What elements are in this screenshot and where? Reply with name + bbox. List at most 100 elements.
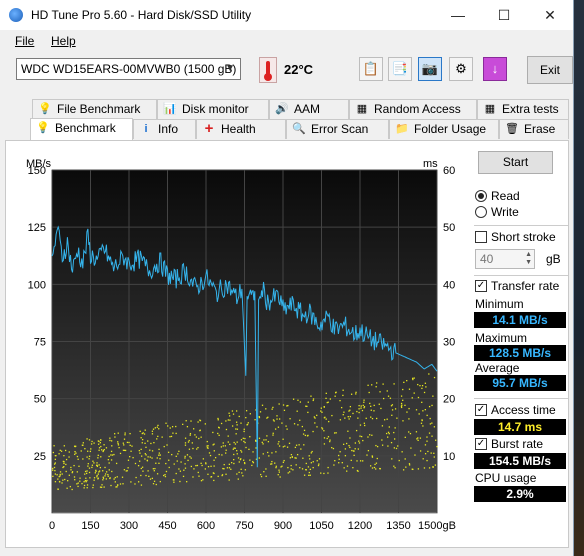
access-point xyxy=(207,466,210,468)
maximize-button[interactable]: ☐ xyxy=(481,0,527,30)
access-point xyxy=(192,476,194,478)
access-point xyxy=(210,465,212,467)
short-stroke-checkbox[interactable] xyxy=(475,231,487,243)
tab-disk-monitor[interactable]: 📊 Disk monitor xyxy=(157,99,269,119)
access-point xyxy=(327,436,330,438)
divider xyxy=(474,398,568,399)
tab-health[interactable]: + Health xyxy=(196,119,286,139)
access-point xyxy=(249,459,251,461)
access-point xyxy=(149,456,151,458)
tab-file-benchmark[interactable]: 💡 File Benchmark xyxy=(32,99,157,119)
transfer-rate-checkbox[interactable]: ✓ xyxy=(475,280,487,292)
access-point xyxy=(365,417,367,419)
screenshot-camera-icon[interactable]: 📷 xyxy=(418,57,442,81)
access-point xyxy=(355,429,358,432)
access-time-checkbox[interactable]: ✓ xyxy=(475,404,487,416)
access-point xyxy=(289,457,292,459)
access-point xyxy=(178,450,180,452)
exit-button[interactable]: Exit xyxy=(527,56,573,84)
access-point xyxy=(184,467,187,469)
close-button[interactable]: ✕ xyxy=(527,0,573,30)
access-point xyxy=(400,406,403,409)
menu-file[interactable]: File xyxy=(15,34,34,48)
access-point xyxy=(77,485,79,488)
tab-erase[interactable]: 🗑 Erase xyxy=(499,119,569,139)
tab-folder-usage[interactable]: 📁 Folder Usage xyxy=(389,119,499,139)
x-tick-label: 750 xyxy=(235,520,253,532)
thermometer-icon xyxy=(259,57,277,83)
access-point xyxy=(74,453,76,455)
access-point xyxy=(88,458,90,460)
copy-info-icon[interactable]: 📑 xyxy=(388,57,412,81)
access-point xyxy=(73,464,75,467)
access-point xyxy=(359,460,362,462)
access-point xyxy=(126,441,129,444)
access-point xyxy=(52,467,54,470)
access-point xyxy=(369,465,372,467)
access-point xyxy=(177,453,179,455)
access-point xyxy=(139,460,141,462)
access-point xyxy=(237,457,240,459)
access-point xyxy=(278,403,280,405)
access-point xyxy=(293,423,296,425)
options-icon[interactable]: ⚙ xyxy=(449,57,473,81)
access-point xyxy=(390,405,393,407)
start-button[interactable]: Start xyxy=(478,151,553,174)
minimize-button[interactable]: — xyxy=(435,0,481,30)
access-point xyxy=(408,418,410,420)
access-point xyxy=(194,434,196,436)
burst-rate-checkbox[interactable]: ✓ xyxy=(475,438,487,450)
access-point xyxy=(394,467,396,469)
x-tick-label: 1050 xyxy=(309,520,333,532)
tab-error-scan[interactable]: 🔍 Error Scan xyxy=(286,119,389,139)
x-tick-label: 300 xyxy=(120,520,138,532)
access-point xyxy=(282,461,285,463)
access-point xyxy=(189,432,192,435)
tab-benchmark[interactable]: 💡 Benchmark xyxy=(30,118,133,140)
access-point xyxy=(240,449,242,452)
access-point xyxy=(158,452,160,454)
menu-help[interactable]: Help xyxy=(51,34,76,48)
tab-info[interactable]: i Info xyxy=(133,119,196,139)
access-point xyxy=(104,473,107,475)
access-point xyxy=(110,484,112,487)
access-point xyxy=(159,454,161,456)
x-tick-label: 150 xyxy=(81,520,99,532)
drive-select[interactable]: WDC WD15EARS-00MVWB0 (1500 gB) ▼ xyxy=(16,58,241,80)
access-point xyxy=(341,462,343,464)
access-point xyxy=(165,462,167,465)
read-radio[interactable] xyxy=(475,190,487,202)
access-point xyxy=(113,433,116,435)
access-point xyxy=(100,486,103,488)
access-point xyxy=(408,464,411,466)
access-point xyxy=(276,418,278,420)
spinner-arrows-icon[interactable]: ▲ ▼ xyxy=(525,251,532,267)
access-point xyxy=(310,395,312,397)
copy-text-icon[interactable]: 📋 xyxy=(359,57,383,81)
tab-aam[interactable]: 🔊 AAM xyxy=(269,99,349,119)
access-point xyxy=(117,432,119,434)
tab-random-access[interactable]: ▦ Random Access xyxy=(349,99,477,119)
tab-label: Random Access xyxy=(374,102,461,116)
short-stroke-spinner[interactable]: 40 ▲ ▼ xyxy=(475,249,535,269)
access-point xyxy=(122,483,124,485)
access-point xyxy=(57,488,59,490)
save-download-icon[interactable]: ↓ xyxy=(483,57,507,81)
minimum-value: 14.1 MB/s xyxy=(474,312,566,328)
access-point xyxy=(182,423,184,425)
access-point xyxy=(278,471,281,473)
access-point xyxy=(68,474,70,476)
access-point xyxy=(301,468,304,470)
access-point xyxy=(75,452,77,454)
access-point xyxy=(331,446,333,449)
access-point xyxy=(320,410,322,412)
tab-extra-tests[interactable]: ▦ Extra tests xyxy=(477,99,569,119)
write-radio[interactable] xyxy=(475,206,487,218)
access-point xyxy=(212,444,214,446)
access-point xyxy=(166,444,168,446)
access-point xyxy=(82,442,84,444)
access-point xyxy=(238,415,240,418)
access-point xyxy=(271,463,273,465)
access-point xyxy=(159,458,161,460)
access-point xyxy=(137,481,140,483)
